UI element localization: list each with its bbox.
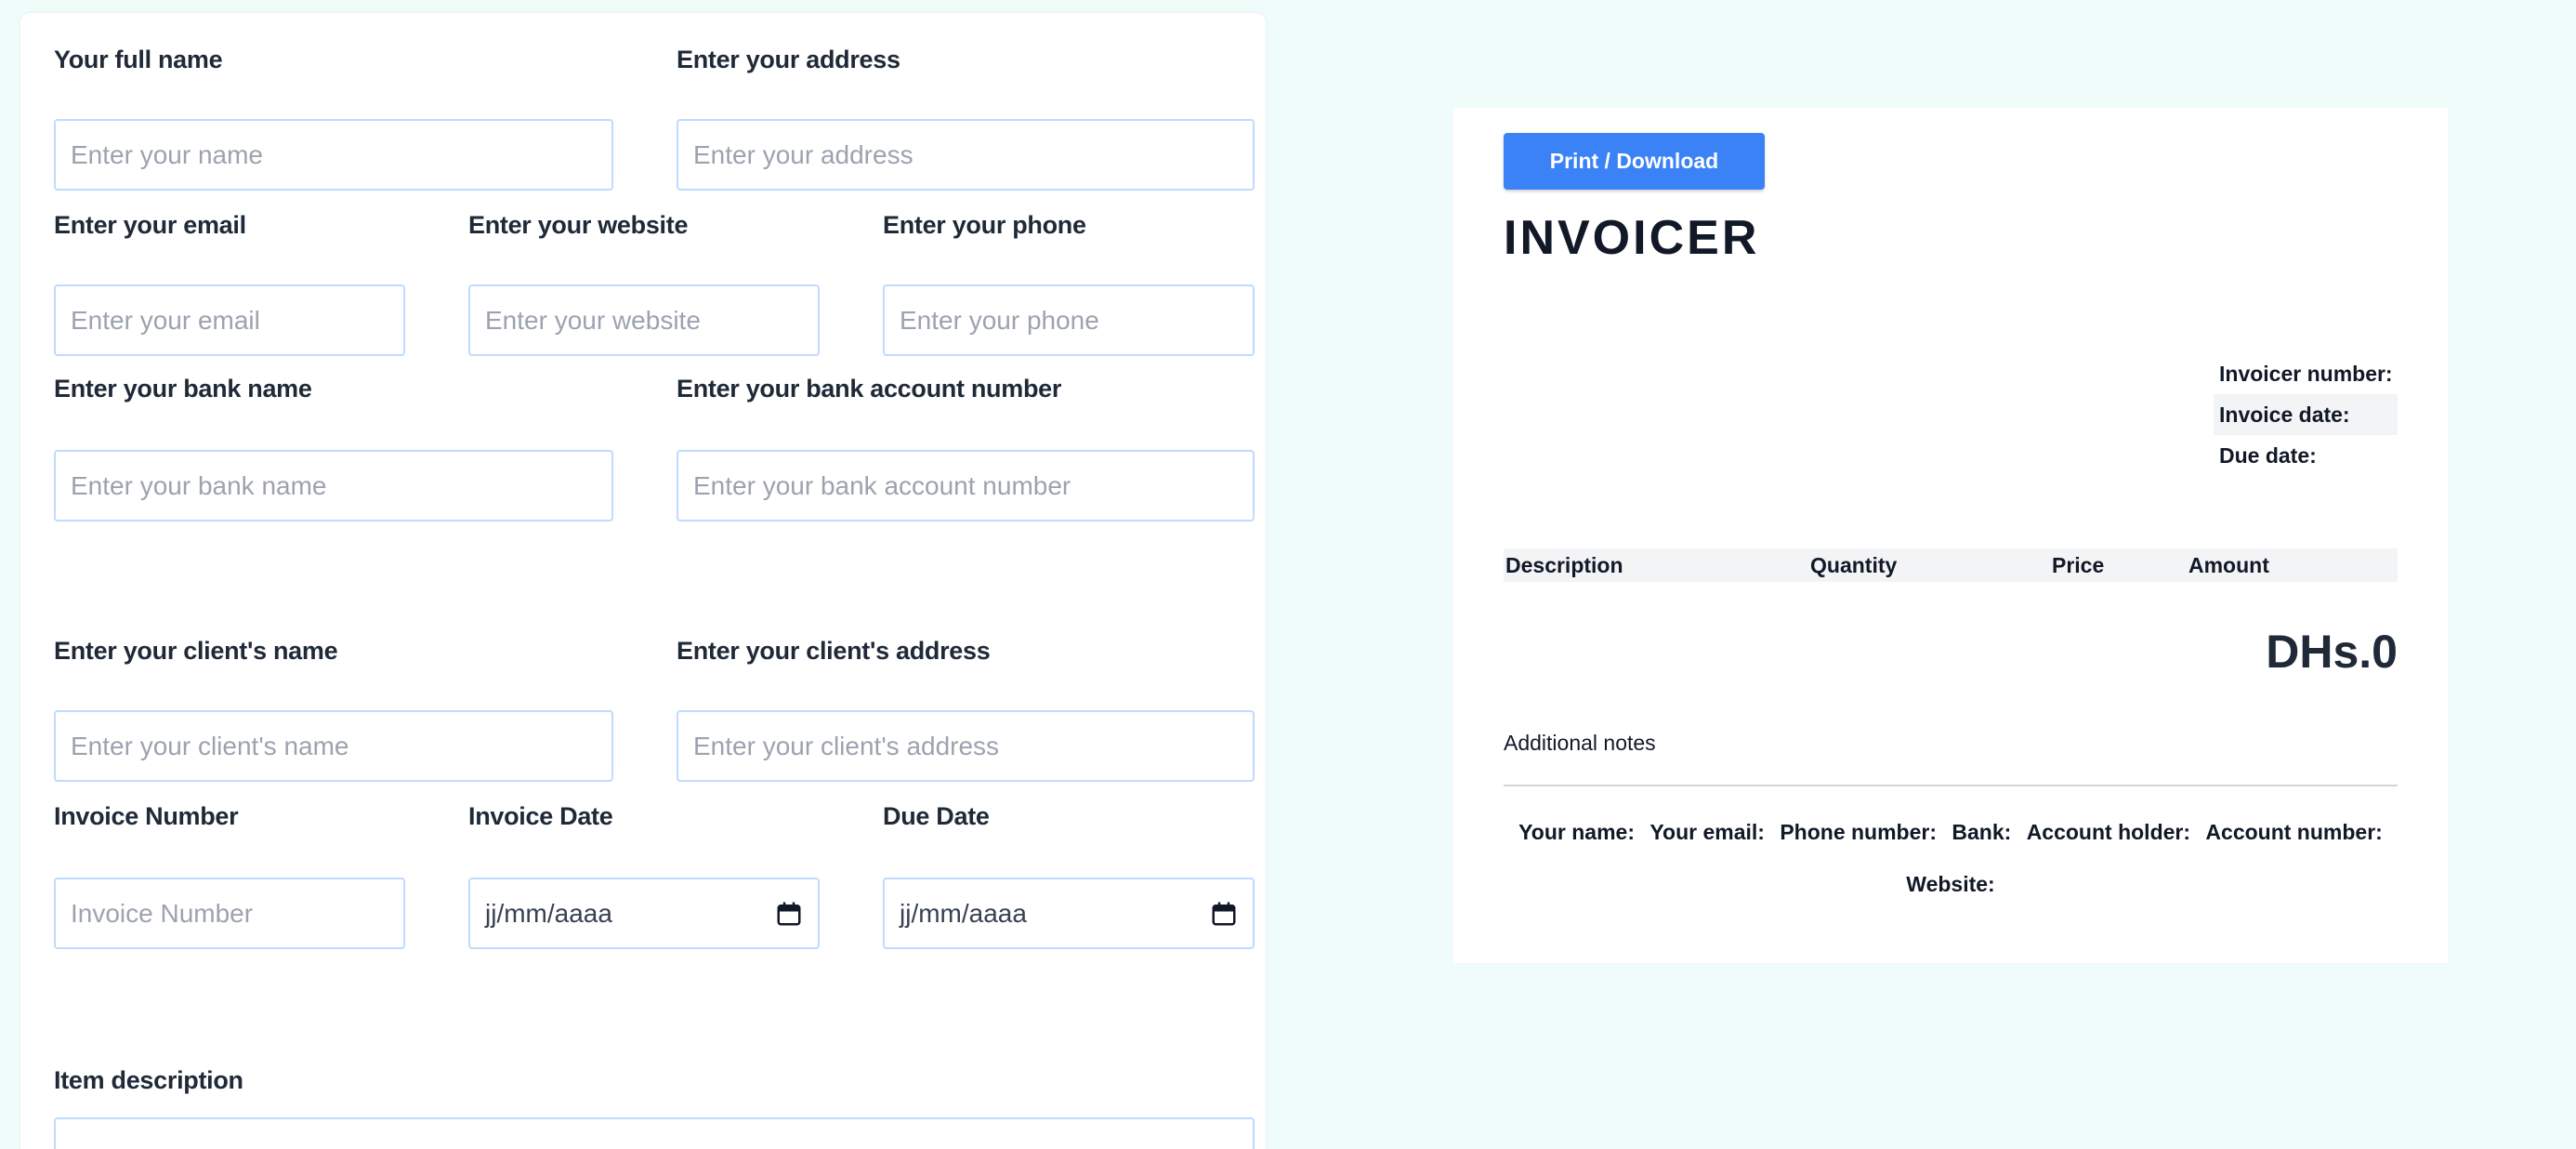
item-description-field: Item description — [54, 1063, 1255, 1149]
invoice-date-input[interactable]: jj/mm/aaaa — [468, 878, 820, 949]
website-field: Enter your website — [468, 208, 820, 356]
invoice-number-label: Invoice Number — [54, 802, 239, 830]
invoice-title: INVOICER — [1504, 211, 1760, 265]
address-input[interactable] — [677, 119, 1255, 191]
client-name-field: Enter your client's name — [54, 634, 613, 782]
invoice-form-panel: Your full name Enter your address Enter … — [20, 13, 1266, 1149]
due-date-field: Due Date jj/mm/aaaa — [883, 799, 1255, 949]
invoice-number-field: Invoice Number — [54, 799, 405, 949]
invoice-preview: Print / Download INVOICER Invoicer numbe… — [1453, 108, 2448, 963]
column-description: Description — [1505, 553, 1623, 577]
email-label: Enter your email — [54, 211, 246, 239]
bank-account-field: Enter your bank account number — [677, 372, 1255, 522]
bank-name-input[interactable] — [54, 450, 613, 522]
full-name-field: Your full name — [54, 43, 613, 191]
invoice-date-label: Invoice Date — [468, 802, 613, 830]
client-address-field: Enter your client's address — [677, 634, 1255, 782]
calendar-icon[interactable] — [775, 900, 803, 928]
bank-name-field: Enter your bank name — [54, 372, 613, 522]
item-description-label: Item description — [54, 1066, 243, 1094]
footer-website: Website: — [1906, 872, 1995, 896]
column-quantity: Quantity — [1810, 553, 1898, 577]
website-input[interactable] — [468, 284, 820, 356]
footer-your-name: Your name: — [1518, 820, 1635, 844]
invoice-meta: Invoicer number: Invoice date: Due date: — [2214, 353, 2398, 476]
website-label: Enter your website — [468, 211, 689, 239]
footer-account-number: Account number: — [2205, 820, 2383, 844]
column-price: Price — [2052, 553, 2105, 577]
invoicer-app: Your full name Enter your address Enter … — [0, 0, 2576, 1149]
phone-label: Enter your phone — [883, 211, 1086, 239]
client-address-label: Enter your client's address — [677, 637, 991, 665]
invoice-footer: Your name: Your email: Phone number: Ban… — [1504, 820, 2398, 845]
client-name-label: Enter your client's name — [54, 637, 338, 665]
footer-account-holder: Account holder: — [2026, 820, 2191, 844]
address-field: Enter your address — [677, 43, 1255, 191]
print-download-button[interactable]: Print / Download — [1504, 133, 1765, 190]
due-date-value: jj/mm/aaaa — [900, 898, 1027, 928]
bank-account-input[interactable] — [677, 450, 1255, 522]
bank-account-label: Enter your bank account number — [677, 375, 1062, 403]
additional-notes-label: Additional notes — [1504, 731, 1656, 755]
items-table-header: Description Quantity Price Amount — [1504, 548, 2398, 582]
phone-field: Enter your phone — [883, 208, 1255, 356]
item-description-input[interactable] — [54, 1117, 1255, 1149]
invoice-date-value: jj/mm/aaaa — [485, 898, 612, 928]
footer-your-email: Your email: — [1649, 820, 1765, 844]
invoice-number-input[interactable] — [54, 878, 405, 949]
invoice-total: DHs.0 — [2266, 626, 2398, 678]
full-name-input[interactable] — [54, 119, 613, 191]
email-input[interactable] — [54, 284, 405, 356]
column-amount: Amount — [2188, 553, 2269, 577]
footer-phone-number: Phone number: — [1780, 820, 1937, 844]
address-label: Enter your address — [677, 46, 900, 73]
phone-input[interactable] — [883, 284, 1255, 356]
invoice-date-preview-label: Invoice date: — [2214, 394, 2398, 435]
due-date-input[interactable]: jj/mm/aaaa — [883, 878, 1255, 949]
client-name-input[interactable] — [54, 710, 613, 782]
email-field: Enter your email — [54, 208, 405, 356]
due-date-preview-label: Due date: — [2219, 443, 2317, 468]
bank-name-label: Enter your bank name — [54, 375, 312, 403]
invoicer-number-label: Invoicer number: — [2219, 362, 2393, 386]
due-date-label: Due Date — [883, 802, 990, 830]
footer-bank: Bank: — [1952, 820, 2012, 844]
invoice-date-field: Invoice Date jj/mm/aaaa — [468, 799, 820, 949]
full-name-label: Your full name — [54, 46, 223, 73]
calendar-icon[interactable] — [1210, 900, 1238, 928]
footer-divider — [1504, 785, 2398, 786]
client-address-input[interactable] — [677, 710, 1255, 782]
